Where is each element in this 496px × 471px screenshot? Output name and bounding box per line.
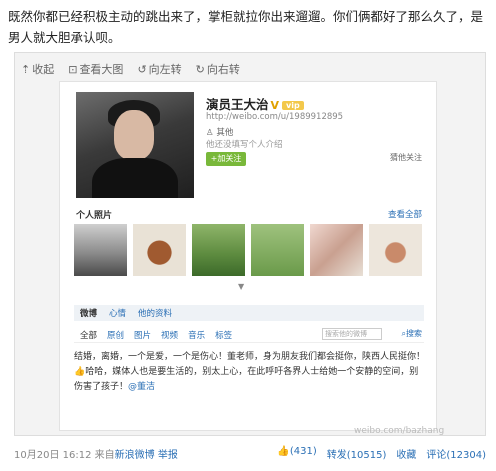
profile-name[interactable]: 演员王大治: [206, 97, 269, 112]
report-link[interactable]: 举报: [158, 446, 178, 461]
repost-button[interactable]: 转发(10515): [327, 446, 387, 461]
album-thumbnail[interactable]: [133, 224, 186, 276]
search-button-label: 搜索: [406, 329, 422, 338]
source-prefix: 来自: [94, 450, 115, 461]
album-thumbnail[interactable]: [74, 224, 127, 276]
filter-original[interactable]: 原创: [107, 329, 124, 341]
image-viewer-panel: ⇡ 收起 ⊡ 查看大图 ↺ 向左转 ↻ 向右转 演员王大治 Vvip http://wei…: [14, 52, 486, 436]
album-thumbnail[interactable]: [251, 224, 304, 276]
like-button[interactable]: 👍(431): [277, 446, 316, 461]
chevron-down-icon[interactable]: ▼: [238, 282, 244, 291]
filter-tags[interactable]: 标签: [215, 329, 232, 341]
profile-gender: ♙ 其他: [206, 126, 233, 138]
like-count: (431): [289, 446, 317, 457]
watermark: weibo.com/bazhang: [354, 426, 445, 436]
post-text: 结婚，离婚，一个是爱，一个是伤心！董老师，身为朋友我们都会挺你，陕西人民挺你！👍…: [74, 350, 426, 395]
tab-weibo[interactable]: 微博: [80, 307, 97, 319]
post-footer: 10月20日 16:12 来自 新浪微博 举报 👍(431) 转发(10515) …: [14, 446, 486, 461]
album-thumbnail[interactable]: [310, 224, 363, 276]
profile-intro: 他还没填写个人介绍: [206, 140, 283, 150]
profile-tabs: 微博 心情 他的资料: [74, 305, 424, 321]
album-thumbnail[interactable]: [369, 224, 422, 276]
profile-url[interactable]: http://weibo.com/u/1989912895: [206, 112, 343, 122]
rotate-left-button[interactable]: ↺ 向左转: [137, 61, 181, 77]
filter-pictures[interactable]: 图片: [134, 329, 151, 341]
rotate-right-icon: ↻: [195, 62, 205, 76]
zoom-icon: ⊡: [68, 62, 78, 76]
vip-badge: vip: [282, 101, 304, 110]
view-large-label: 查看大图: [79, 63, 124, 76]
search-input[interactable]: 搜索他的微博: [322, 328, 382, 340]
profile-name-row: 演员王大治 Vvip: [206, 94, 304, 113]
collapse-label: 收起: [32, 63, 55, 76]
verified-icon: V: [270, 99, 280, 112]
profile-photo: [76, 92, 194, 198]
tab-profile-info[interactable]: 他的资料: [138, 307, 172, 319]
follow-button[interactable]: +加关注: [206, 152, 246, 166]
rotate-left-icon: ↺: [137, 62, 147, 76]
tab-mood[interactable]: 心情: [109, 307, 126, 319]
filter-all[interactable]: 全部: [80, 329, 97, 341]
post-actions: 👍(431) 转发(10515) 收藏 评论(12304): [277, 446, 486, 461]
collapse-icon: ⇡: [21, 62, 31, 76]
post-body: 结婚，离婚，一个是爱，一个是伤心！董老师，身为朋友我们都会挺你，陕西人民挺你！👍…: [74, 352, 426, 392]
source-link[interactable]: 新浪微博: [115, 446, 155, 461]
thumbs-up-icon: 👍: [277, 446, 290, 457]
profile-screenshot: 演员王大治 Vvip http://weibo.com/u/1989912895 …: [59, 81, 444, 436]
rotate-right-button[interactable]: ↻ 向右转: [196, 61, 240, 77]
post-caption: 既然你都已经积极主动的跳出来了，掌柜就拉你出来遛遛。你们俩都好了那么久了，是男人…: [8, 9, 484, 45]
filter-videos[interactable]: 视频: [161, 329, 178, 341]
favorite-button[interactable]: 收藏: [396, 446, 416, 461]
album-thumbnail[interactable]: [192, 224, 245, 276]
post-timestamp[interactable]: 10月20日 16:12: [14, 446, 91, 461]
mention-link[interactable]: @董洁: [128, 382, 155, 392]
rotate-right-label: 向右转: [206, 63, 240, 76]
gender-label: 其他: [216, 128, 234, 138]
album-view-all-link[interactable]: 查看全部: [388, 208, 422, 220]
search-button[interactable]: ⌕搜索: [402, 328, 422, 339]
image-toolbar: ⇡ 收起 ⊡ 查看大图 ↺ 向左转 ↻ 向右转: [21, 59, 240, 79]
person-icon: ♙: [206, 128, 214, 138]
collapse-button[interactable]: ⇡ 收起: [21, 61, 54, 77]
comment-button[interactable]: 评论(12304): [426, 446, 486, 461]
album-title: 个人照片: [76, 211, 113, 221]
view-large-button[interactable]: ⊡ 查看大图: [68, 61, 123, 77]
recommended-follow-link[interactable]: 猜他关注: [390, 152, 422, 163]
rotate-left-label: 向左转: [148, 63, 182, 76]
filter-music[interactable]: 音乐: [188, 329, 205, 341]
album-thumbnails: [74, 224, 426, 276]
